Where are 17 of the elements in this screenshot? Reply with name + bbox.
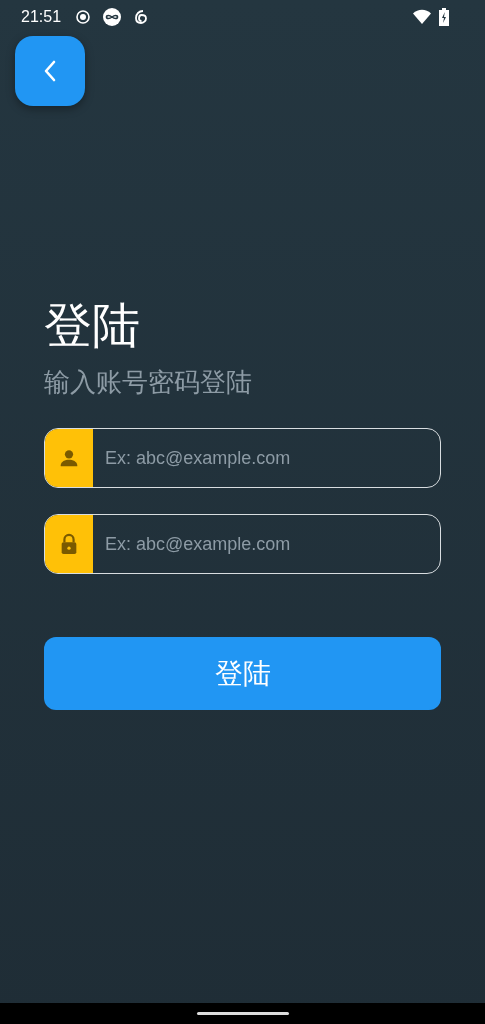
login-button[interactable]: 登陆 xyxy=(44,637,441,710)
page-title: 登陆 xyxy=(44,298,141,354)
wifi-icon xyxy=(413,9,431,25)
text-input[interactable]: Ex: abc@example.com xyxy=(93,515,440,573)
status-time: 21:51 xyxy=(21,8,62,26)
radio-button-icon xyxy=(75,9,92,25)
back-icon xyxy=(43,59,57,83)
infinity-badge-icon xyxy=(103,8,122,26)
home-indicator[interactable] xyxy=(196,1012,289,1015)
input-field[interactable]: Ex: abc@example.com xyxy=(44,514,441,574)
text-input[interactable]: Ex: abc@example.com xyxy=(93,429,440,487)
spiral-icon xyxy=(133,9,150,25)
back-button[interactable] xyxy=(15,36,85,106)
input-field[interactable]: Ex: abc@example.com xyxy=(44,428,441,488)
page-subtitle: 输入账号密码登陆 xyxy=(44,366,253,399)
battery-charging-icon xyxy=(439,8,449,26)
person-icon xyxy=(58,447,80,469)
